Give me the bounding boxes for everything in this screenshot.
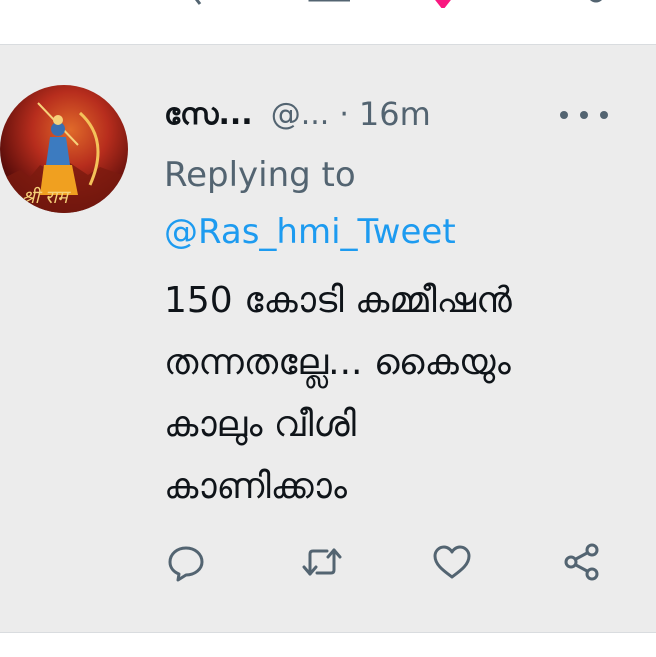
tweet-text-line: തന്നതല്ലേ... കൈയും: [164, 342, 511, 383]
divider: [0, 632, 656, 657]
share-icon: [564, 543, 599, 581]
previous-share-icon: [589, 0, 603, 3]
separator-dot: ·: [339, 96, 349, 132]
retweet-button[interactable]: [300, 540, 344, 584]
share-button[interactable]: [560, 540, 604, 584]
like-button[interactable]: [430, 540, 474, 584]
tweet-text: 150 കോടി കമ്മീഷൻ തന്നതല്ലേ... കൈയും കാലു…: [164, 270, 634, 518]
more-options-button[interactable]: [560, 100, 608, 130]
reply-button[interactable]: [164, 540, 208, 584]
previous-tweet-action-bar: [0, 0, 656, 44]
avatar[interactable]: श्री राम: [0, 85, 128, 213]
tweet-text-line: കാലും വീശി: [164, 404, 356, 445]
heart-icon: [433, 545, 471, 579]
previous-heart-icon: [435, 0, 451, 8]
display-name[interactable]: സേ...: [164, 97, 253, 132]
reply-icon: [168, 546, 204, 582]
more-horizontal-icon: [560, 111, 568, 119]
tweet-text-line: കാണിക്കാം: [164, 466, 347, 507]
avatar-image: श्री राम: [0, 102, 128, 213]
timestamp[interactable]: 16m: [359, 95, 431, 133]
previous-reply-icon: [194, 0, 202, 5]
replying-to-link[interactable]: @Ras_hmi_Tweet: [164, 212, 456, 252]
svg-text:श्री राम: श्री राम: [22, 186, 71, 208]
tweet-header: സേ... @... · 16m: [164, 94, 431, 134]
tweet-text-line: 150 കോടി കമ്മീഷൻ: [164, 280, 512, 321]
user-handle[interactable]: @...: [271, 97, 330, 132]
previous-retweet-icon: [308, 0, 350, 2]
retweet-icon: [302, 548, 342, 576]
tweet-actions: [164, 540, 614, 590]
replying-to-label: Replying to: [164, 155, 356, 195]
